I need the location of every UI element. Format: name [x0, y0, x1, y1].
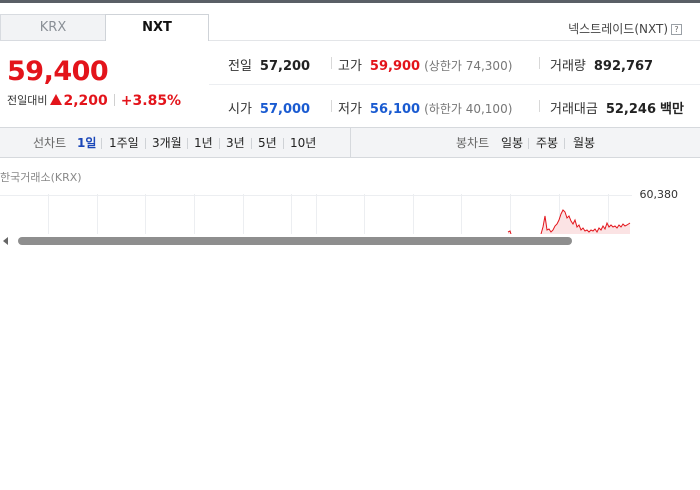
stat-low: 저가 56,100 (하한가 40,100) — [338, 98, 512, 117]
stat-value: 57,000 — [259, 102, 311, 117]
stat-label: 시가 — [228, 102, 252, 117]
stat-label: 거래대금 — [550, 102, 598, 117]
candle-daily[interactable]: 일봉 — [501, 128, 523, 158]
toolbar-divider — [350, 128, 351, 157]
stat-value: 59,900 — [369, 59, 421, 74]
divider — [283, 138, 284, 149]
scrollbar-thumb[interactable] — [18, 237, 572, 245]
stat-trade-value: 거래대금 52,246 백만 — [550, 98, 684, 117]
candle-weekly[interactable]: 주봉 — [536, 128, 558, 158]
price-area — [508, 210, 630, 234]
change-value: 2,200 — [63, 93, 108, 109]
divider — [539, 57, 540, 69]
current-price: 59,400 — [7, 56, 109, 87]
divider — [539, 100, 540, 112]
stat-open: 시가 57,000 — [228, 98, 310, 117]
tab-nxt[interactable]: NXT — [105, 14, 209, 41]
stat-volume: 거래량 892,767 — [550, 55, 653, 74]
up-triangle-icon — [50, 94, 63, 105]
divider — [528, 138, 529, 149]
stat-unit: 백만 — [660, 102, 684, 117]
lower-limit: (하한가 40,100) — [424, 102, 513, 116]
stat-value: 892,767 — [593, 59, 654, 74]
stat-label: 고가 — [338, 59, 362, 74]
stats-divider — [209, 84, 700, 85]
scroll-left-icon[interactable] — [3, 237, 8, 245]
stat-value: 57,200 — [259, 59, 311, 74]
top-border — [0, 0, 700, 3]
stat-label: 저가 — [338, 102, 362, 117]
change-label: 전일대비 — [7, 94, 48, 107]
divider — [145, 138, 146, 149]
chart-source: 한국거래소(KRX) — [0, 171, 82, 184]
candle-monthly[interactable]: 월봉 — [573, 128, 595, 158]
stat-value: 56,100 — [369, 102, 421, 117]
divider — [331, 57, 332, 69]
line-chart-label: 선차트 — [33, 136, 67, 150]
chart-toolbar: 선차트 1일 1주일 3개월 1년 3년 5년 10년 봉차트 일봉 주봉 월봉 — [0, 127, 700, 158]
candle-chart-label: 봉차트 — [456, 136, 490, 150]
exchange-label: 넥스트레이드(NXT) — [568, 22, 668, 36]
period-1y[interactable]: 1년 — [194, 128, 213, 158]
upper-limit: (상한가 74,300) — [424, 59, 513, 73]
period-10y[interactable]: 10년 — [290, 128, 316, 158]
tab-krx[interactable]: KRX — [0, 14, 105, 41]
divider — [564, 138, 565, 149]
period-5y[interactable]: 5년 — [258, 128, 277, 158]
stat-high: 고가 59,900 (상한가 74,300) — [338, 55, 512, 74]
period-1d[interactable]: 1일 — [77, 128, 96, 158]
period-3y[interactable]: 3년 — [226, 128, 245, 158]
divider — [219, 138, 220, 149]
exchange-info: 넥스트레이드(NXT)? — [568, 20, 682, 37]
stat-label: 전일 — [228, 59, 252, 74]
divider — [187, 138, 188, 149]
price-change: 전일대비 2,200 +3.85% — [7, 92, 181, 109]
stat-value: 52,246 — [605, 102, 657, 117]
tab-underline — [209, 40, 700, 41]
stat-prev-close: 전일 57,200 — [228, 55, 310, 74]
divider — [251, 138, 252, 149]
change-rate: +3.85% — [120, 93, 182, 109]
divider — [101, 138, 102, 149]
price-chart[interactable] — [0, 194, 700, 234]
period-1w[interactable]: 1주일 — [109, 128, 139, 158]
period-3m[interactable]: 3개월 — [152, 128, 182, 158]
chart-gridlines — [0, 194, 632, 234]
divider — [331, 100, 332, 112]
stat-label: 거래량 — [550, 59, 586, 74]
help-icon[interactable]: ? — [671, 24, 682, 35]
divider — [113, 94, 115, 106]
